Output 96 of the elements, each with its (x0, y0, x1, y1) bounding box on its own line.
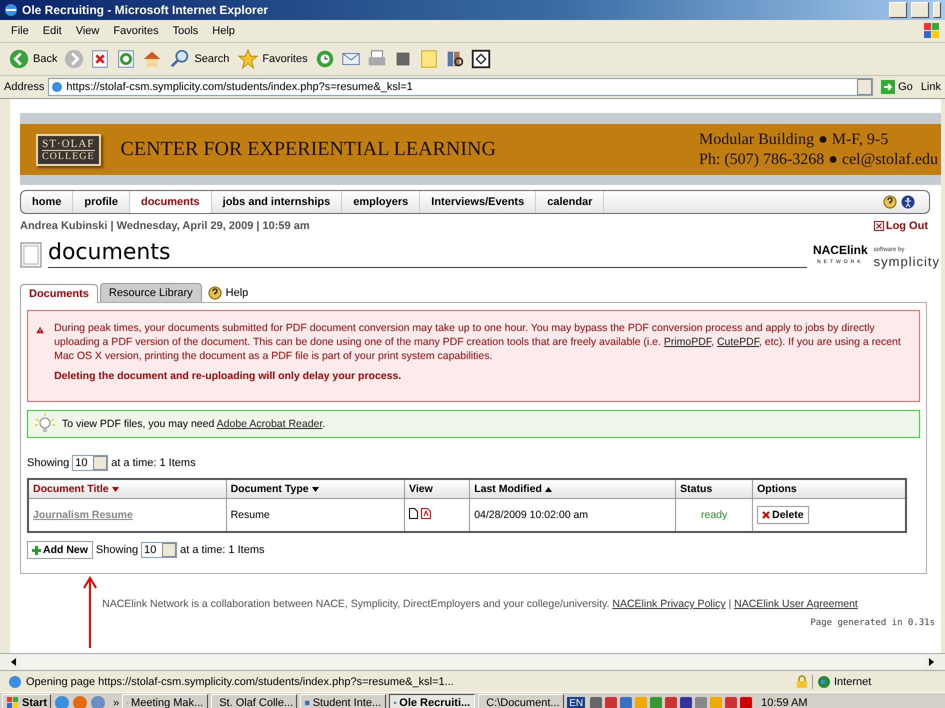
page-heading: documents (48, 239, 807, 268)
favorites-button[interactable]: Favorites (235, 46, 310, 72)
showing-label: Showing (27, 457, 70, 469)
nav-tab[interactable]: Interviews/Events (420, 191, 536, 213)
tab[interactable]: Resource Library (100, 283, 202, 302)
items-count: at a time: 1 Items (111, 457, 196, 469)
nav-tab[interactable]: home (21, 191, 74, 213)
go-button[interactable]: Go (877, 80, 917, 94)
reader-link[interactable]: Adobe Acrobat Reader (216, 418, 322, 430)
column-header[interactable]: Status (676, 479, 753, 498)
browser-icon (4, 3, 18, 17)
more-quick-launch[interactable]: » (113, 697, 120, 708)
footer-link[interactable]: NACElink Privacy Policy (612, 598, 726, 610)
column-header[interactable]: Options (752, 479, 906, 498)
address-label: Address (4, 81, 44, 93)
document-icon (20, 242, 42, 268)
window-title: Ole Recruiting - Microsoft Internet Explorer (22, 3, 270, 17)
note-text: To view PDF files, you may need Adobe Acrobat Reader. (62, 418, 326, 430)
alert-warning: Deleting the document and re-uploading will only delay your process. (54, 369, 402, 383)
pdf-tool-link[interactable]: CutePDF (716, 336, 759, 348)
contact-line: Ph: (507) 786-3268 ● cel@stolaf.edu (698, 150, 938, 170)
showing-label: Showing (96, 544, 138, 556)
document-link[interactable]: Journalism Resume (33, 509, 133, 521)
close-button[interactable] (933, 2, 941, 18)
help-link[interactable]: Help (204, 286, 248, 300)
menu-item[interactable]: View (68, 25, 106, 37)
items-count: at a time: 1 Items (180, 544, 264, 556)
start-button[interactable]: Start (2, 694, 52, 708)
annotation-arrow (83, 576, 97, 648)
links-button[interactable]: Link (920, 81, 941, 93)
windows-logo-icon (6, 696, 20, 708)
windows-logo-icon (923, 22, 941, 40)
security-zone: Internet (812, 674, 937, 688)
sort-ascending-icon[interactable] (544, 487, 552, 492)
taskbar-button[interactable]: Meeting Mak... (122, 694, 208, 708)
accessibility-icon[interactable] (901, 195, 915, 209)
window-icon[interactable] (470, 48, 492, 70)
user-date-line: Andrea Kubinski | Wednesday, April 29, 2009 | 10:59 am (20, 220, 310, 232)
arrow-icon (881, 80, 896, 94)
nav-tab[interactable]: jobs and internships (212, 191, 342, 213)
per-page-dropdown[interactable]: 10 (141, 542, 178, 558)
per-page-dropdown[interactable]: 10 (72, 455, 108, 471)
tab[interactable]: Documents (20, 284, 98, 303)
status-text: Opening page https://stolaf-csm.symplicity.com/students/index.php?s=resume&_ksl=1... (26, 676, 455, 688)
menu-item[interactable]: Edit (36, 25, 69, 37)
help-icon[interactable] (883, 195, 897, 209)
nav-tab[interactable]: documents (130, 191, 212, 213)
alert-message: During peak times, your documents submitted for PDF document conversion may take up to one hour. You may bypass the PDF conversion process and apply to jobs by directly uploading a PDF version of the document. This can be done using one of the many PDF creation tools that are freely available (i.e. PrimoPDF, CutePDF, etc). If you are using a recent Mac OS X version, printing the document as a PDF file is part of your print system capabilities. (54, 321, 902, 363)
delete-button[interactable]: Delete (757, 506, 809, 524)
contact-line: Modular Building ● M-F, 9-5 (698, 130, 890, 150)
nav-tab[interactable]: calendar (536, 191, 604, 213)
nav-tab[interactable]: employers (342, 191, 420, 213)
globe-icon (817, 674, 831, 688)
plus-icon (32, 546, 41, 554)
logout-link[interactable]: Log Out (874, 220, 928, 232)
column-header[interactable]: Document Type (226, 479, 404, 498)
pdf-icon[interactable] (421, 508, 431, 519)
sort-descending-icon[interactable] (312, 487, 318, 492)
site-title: CENTER FOR EXPERIENTIAL LEARNING (120, 138, 497, 161)
menu-item[interactable]: Favorites (106, 25, 166, 37)
taskbar-button[interactable]: St. Olaf Colle... (211, 694, 298, 708)
document-icon[interactable] (409, 508, 418, 519)
sort-descending-icon[interactable] (112, 487, 119, 492)
college-logo: ST·OLAF COLLEGE (36, 134, 101, 166)
taskbar-button[interactable]: Student Inte... (300, 694, 386, 708)
horizontal-scrollbar[interactable] (0, 653, 945, 670)
menu-item[interactable]: Help (205, 25, 242, 37)
menu-item[interactable]: File (4, 25, 36, 37)
help-icon (208, 286, 222, 300)
clock: 10:59 AM (761, 697, 808, 708)
address-field[interactable]: https://stolaf-csm.symplicity.com/students/index.php?s=resume&_ksl=1 (48, 78, 874, 96)
favorites-icon (237, 48, 260, 70)
search-button[interactable]: Search (167, 46, 232, 72)
lightbulb-icon (34, 413, 56, 435)
column-header[interactable]: View (404, 479, 470, 498)
scroll-right-icon[interactable] (927, 658, 935, 666)
taskbar-button[interactable]: C:\Document... (478, 694, 564, 708)
page-generated-text: Page generated in 0.31s (810, 618, 935, 628)
language-indicator[interactable]: EN (567, 696, 586, 708)
add-new-button[interactable]: Add New (27, 541, 93, 559)
pdf-tool-link[interactable]: PrimoPDF (664, 336, 712, 348)
taskbar-button[interactable]: Ole Recruiti... (389, 694, 476, 708)
delete-icon (762, 511, 770, 519)
minimize-button[interactable] (889, 2, 907, 18)
restore-button[interactable] (911, 2, 929, 18)
scroll-left-icon[interactable] (10, 658, 18, 666)
menu-item[interactable]: Tools (166, 25, 206, 37)
lock-icon (796, 674, 808, 688)
back-button[interactable]: Back (6, 46, 60, 72)
footer-link[interactable]: NACElink User Agreement (734, 598, 858, 610)
footer-text: NACElink Network is a collaboration between NACE, Symplicity, DirectEmployers and your college/university. NACElink Privacy Policy | NACElink User Agreement (101, 598, 859, 610)
column-header[interactable]: Document Title (28, 479, 226, 498)
back-icon (8, 48, 30, 70)
close-icon (874, 221, 884, 231)
dropdown-button[interactable] (857, 79, 872, 95)
column-header[interactable]: Last Modified (470, 479, 676, 498)
